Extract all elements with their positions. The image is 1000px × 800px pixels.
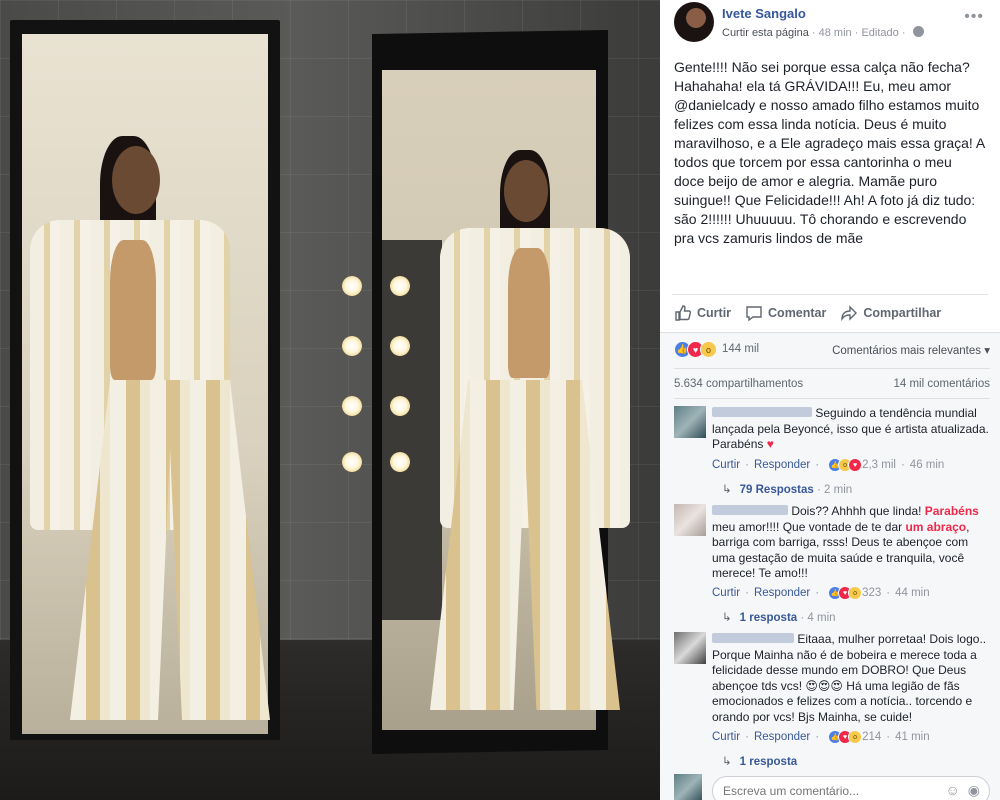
comment-actions: Curtir · Responder · 👍 o ♥ 2,3 mil · 46 …: [712, 458, 945, 472]
share-icon: [841, 305, 858, 322]
view-replies-link[interactable]: ↳ 1 resposta: [722, 754, 797, 768]
comment-reaction-icons[interactable]: 👍 o ♥: [828, 458, 863, 472]
commenter-avatar[interactable]: [674, 504, 706, 536]
edited-label[interactable]: Editado: [861, 27, 898, 39]
comment-icon: [746, 306, 762, 322]
reaction-count[interactable]: 144 mil: [722, 343, 759, 355]
divider: [674, 368, 990, 369]
comments-count[interactable]: 14 mil comentários: [893, 378, 990, 390]
author-name[interactable]: Ivete Sangalo: [722, 6, 806, 21]
mirror-bulb: [342, 336, 362, 356]
post-text: Gente!!!! Não sei porque essa calça não …: [674, 59, 985, 246]
comment-reply-button[interactable]: Responder: [754, 459, 810, 471]
globe-icon: [912, 26, 924, 37]
sort-label: Comentários mais relevantes: [832, 345, 982, 357]
comment-reaction-icons[interactable]: 👍 ♥ o: [828, 730, 863, 744]
mirror-bulb: [342, 276, 362, 296]
post-time[interactable]: 48 min: [819, 27, 852, 39]
camera-icon[interactable]: ◉: [968, 782, 980, 799]
reply-arrow-icon: ↳: [722, 612, 732, 624]
comment-text: Dois?? Ahhhh que linda! Parabéns meu amo…: [712, 504, 979, 580]
shares-count[interactable]: 5.634 compartilhamentos: [674, 378, 803, 390]
comment-actions: Curtir · Responder · 👍 ♥ o 323 · 44 min: [712, 586, 930, 600]
reply-arrow-icon: ↳: [722, 756, 732, 768]
commenter-name-redacted[interactable]: [712, 407, 812, 417]
mirror-bulb: [342, 452, 362, 472]
comment-like-button[interactable]: Curtir: [712, 731, 740, 743]
heart-icon: ♥: [766, 437, 774, 451]
post-photo[interactable]: [0, 0, 660, 800]
comment-reply-button[interactable]: Responder: [754, 587, 810, 599]
comment-like-button[interactable]: Curtir: [712, 587, 740, 599]
comment-label: Comentar: [768, 306, 827, 320]
comment-reaction-count: 323: [862, 587, 882, 599]
post-counts: 5.634 compartilhamentos 14 mil comentári…: [674, 378, 990, 394]
reaction-icons[interactable]: 👍 ♥ o: [674, 341, 717, 358]
comment-reply-button[interactable]: Responder: [754, 731, 810, 743]
view-replies-link[interactable]: ↳ 1 resposta · 4 min: [722, 610, 836, 624]
mirror-bulb: [342, 396, 362, 416]
mirror-bulb: [390, 452, 410, 472]
post-actions: Curtir Comentar Compartilhar: [674, 300, 990, 326]
viewer-avatar: [674, 774, 702, 800]
comment-text: Eitaaa, mulher porretaa! Dois logo.. Por…: [712, 632, 987, 724]
love-reaction-icon: ♥: [848, 458, 863, 472]
comment-like-button[interactable]: Curtir: [712, 459, 740, 471]
like-label: Curtir: [697, 306, 732, 320]
mirror-bulb: [390, 276, 410, 296]
like-page-link[interactable]: Curtir esta página: [722, 27, 809, 39]
comment-reaction-count: 2,3 mil: [862, 459, 896, 471]
commenter-avatar[interactable]: [674, 406, 706, 438]
share-label: Compartilhar: [863, 306, 942, 320]
reactions-row: 👍 ♥ o 144 mil Comentários mais relevante…: [674, 340, 990, 362]
wow-reaction-icon: o: [848, 586, 863, 600]
comment-actions: Curtir · Responder · 👍 ♥ o 214 · 41 min: [712, 730, 930, 744]
comment-composer: ☺ ◉: [674, 772, 990, 800]
comment: Dois?? Ahhhh que linda! Parabéns meu amo…: [674, 504, 990, 624]
comment-text: Seguindo a tendência mundial lançada pel…: [712, 406, 989, 451]
mirror-bulb: [390, 336, 410, 356]
author-avatar[interactable]: [674, 2, 714, 42]
thumbs-up-icon: [675, 305, 692, 321]
comment: Eitaaa, mulher porretaa! Dois logo.. Por…: [674, 632, 990, 772]
share-button[interactable]: Compartilhar: [840, 304, 941, 322]
comment-time[interactable]: 46 min: [910, 459, 945, 471]
wow-reaction-icon: o: [700, 341, 717, 358]
composer-icons: ☺ ◉: [945, 782, 980, 799]
commenter-name-redacted[interactable]: [712, 633, 794, 643]
heart-eyes-emoji: 😍😍😍: [805, 678, 843, 693]
divider: [672, 294, 988, 295]
emoji-icon[interactable]: ☺: [945, 782, 959, 799]
photo-mirror-reflection: [382, 240, 442, 620]
caret-down-icon: ▾: [984, 345, 990, 357]
comment-time[interactable]: 44 min: [895, 587, 930, 599]
comment: Seguindo a tendência mundial lançada pel…: [674, 406, 990, 496]
comment-time[interactable]: 41 min: [895, 731, 930, 743]
post-sidebar: Ivete Sangalo Curtir esta página · 48 mi…: [660, 0, 1000, 800]
mirror-bulb: [390, 396, 410, 416]
laugh-reaction-icon: o: [848, 730, 863, 744]
comment-button[interactable]: Comentar: [745, 304, 826, 322]
divider: [674, 398, 990, 399]
comment-reaction-icons[interactable]: 👍 ♥ o: [828, 586, 863, 600]
view-replies-link[interactable]: ↳ 79 Respostas · 2 min: [722, 482, 852, 496]
reply-arrow-icon: ↳: [722, 484, 732, 496]
commenter-name-redacted[interactable]: [712, 505, 788, 515]
commenter-avatar[interactable]: [674, 632, 706, 664]
post-meta: Curtir esta página · 48 min · Editado ·: [722, 26, 924, 39]
comment-sort-dropdown[interactable]: Comentários mais relevantes ▾: [832, 343, 990, 357]
like-button[interactable]: Curtir: [674, 304, 731, 322]
comment-reaction-count: 214: [862, 731, 882, 743]
post-header: Ivete Sangalo Curtir esta página · 48 mi…: [674, 0, 994, 50]
more-options-icon[interactable]: •••: [964, 8, 984, 26]
